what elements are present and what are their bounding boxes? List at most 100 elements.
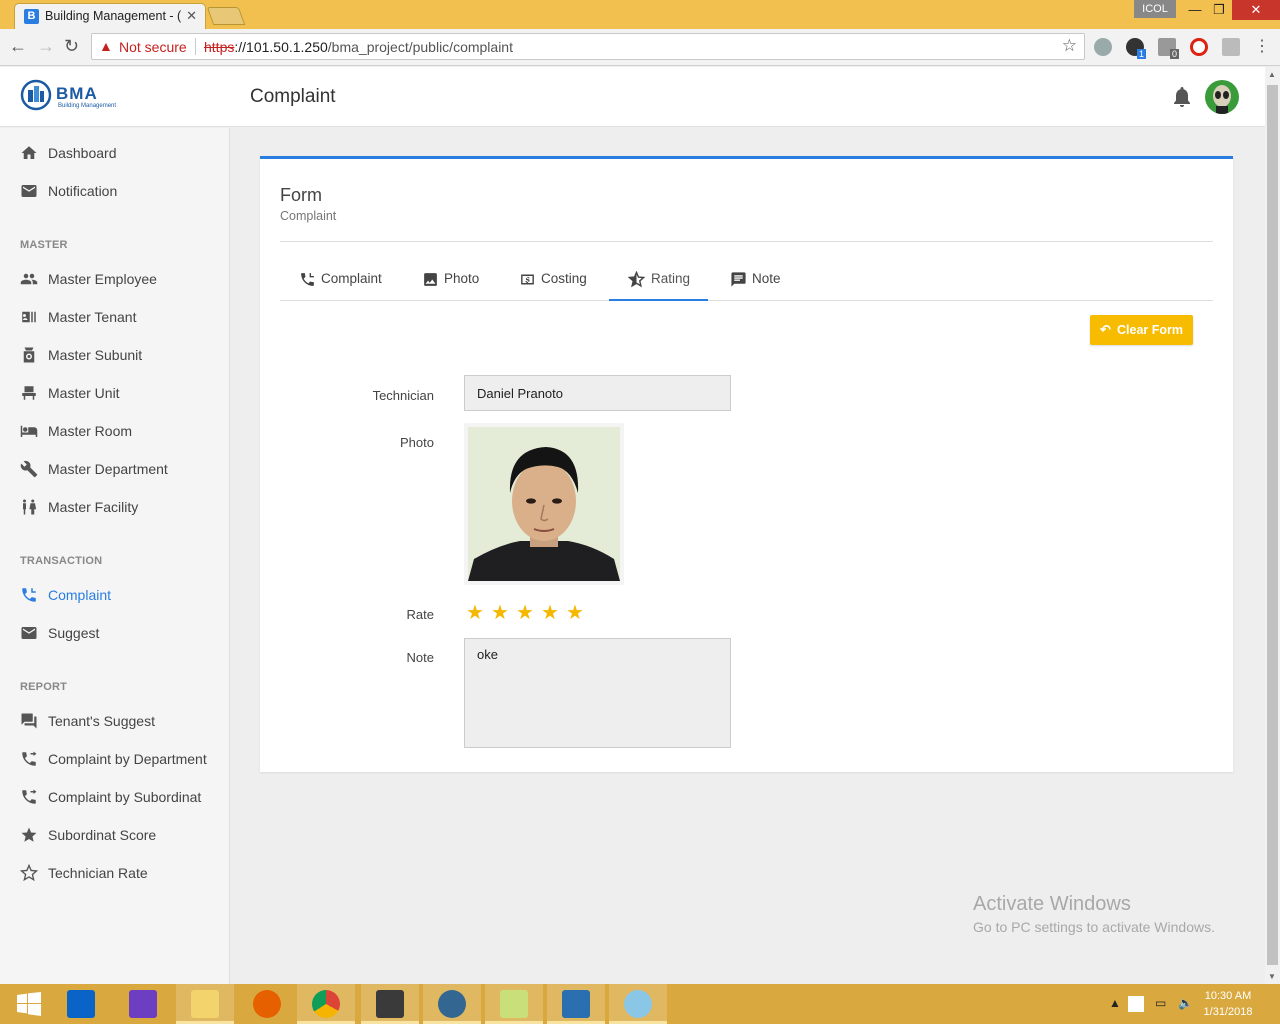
sidebar-item-label: Complaint by Department [48, 751, 207, 767]
taskbar-sticky-notes[interactable] [485, 984, 543, 1024]
folder-icon [191, 990, 219, 1018]
sidebar-item-label: Complaint by Subordinat [48, 789, 202, 805]
sidebar-item-label: Master Department [48, 461, 168, 477]
outlook-icon [67, 990, 95, 1018]
logo[interactable]: BMA Building Management [20, 79, 125, 113]
url-text[interactable]: https://101.50.1.250/bma_project/public/… [204, 39, 513, 55]
sidebar-item-subordinat-score[interactable]: Subordinat Score [0, 816, 229, 854]
note-field[interactable]: oke [464, 638, 731, 748]
phone-forward-icon [22, 789, 37, 804]
activation-watermark-text: Go to PC settings to activate Windows. [973, 919, 1215, 935]
favicon-icon: B [24, 9, 39, 24]
divider [195, 38, 196, 55]
browser-tab[interactable]: B Building Management - ( ✕ [14, 3, 206, 29]
maximize-icon[interactable]: ❐ [1206, 0, 1232, 20]
taskbar-file-explorer[interactable] [176, 984, 234, 1024]
close-window-icon[interactable]: ✕ [1232, 0, 1280, 20]
tray-app-icon[interactable] [1128, 996, 1144, 1012]
taskbar-firefox[interactable] [238, 984, 296, 1024]
reload-icon[interactable]: ↻ [64, 36, 79, 57]
forward-icon[interactable]: → [37, 36, 55, 57]
sidebar-item-label: Complaint [48, 587, 112, 603]
scroll-up-icon[interactable]: ▲ [1268, 70, 1276, 79]
new-tab-button[interactable] [206, 7, 246, 25]
back-icon[interactable]: ← [9, 36, 27, 57]
page-scrollbar[interactable]: ▲ ▼ [1265, 67, 1280, 984]
rating-star-icon[interactable]: ★ [566, 600, 584, 625]
sidebar-item-master-tenant[interactable]: Master Tenant [0, 298, 229, 336]
sidebar-item-label: Dashboard [48, 145, 117, 161]
technician-photo[interactable] [464, 423, 624, 585]
sidebar-item-master-unit[interactable]: Master Unit [0, 374, 229, 412]
sidebar-item-complaint-by-department[interactable]: Complaint by Department [0, 740, 229, 778]
tray-expand-icon[interactable]: ▲ [1109, 996, 1121, 1010]
sidebar-item-notification[interactable]: Notification [0, 172, 229, 210]
scrollbar-thumb[interactable] [1267, 85, 1278, 965]
start-button[interactable] [0, 984, 58, 1024]
rating-star-icon[interactable]: ★ [491, 600, 509, 625]
bed-icon [20, 425, 38, 437]
phone-forward-icon [22, 751, 37, 766]
volume-icon[interactable]: 🔈 [1178, 996, 1193, 1010]
opera-icon[interactable] [1190, 38, 1208, 56]
people-icon [20, 273, 38, 285]
chrome-icon [312, 990, 340, 1018]
tab-label: Costing [541, 271, 587, 286]
tab-label: Note [752, 271, 781, 286]
sidebar-item-label: Suggest [48, 625, 100, 641]
url-host: ://101.50.1.250 [234, 39, 328, 55]
clock-time: 10:30 AM [1204, 990, 1252, 1002]
sidebar-item-suggest[interactable]: Suggest [0, 614, 229, 652]
pdf-icon[interactable] [1222, 38, 1240, 56]
dl-icon [562, 990, 590, 1018]
network-icon[interactable]: ▭ [1155, 996, 1166, 1010]
rating-star-icon[interactable]: ★ [541, 600, 559, 625]
taskbar-sublime[interactable] [361, 984, 419, 1024]
tab-photo[interactable]: Photo [422, 259, 486, 301]
sidebar-item-technician-rate[interactable]: Technician Rate [0, 854, 229, 892]
taskbar-dl-app[interactable] [547, 984, 605, 1024]
taskbar-visual-studio[interactable] [114, 984, 172, 1024]
sidebar-item-complaint-by-subordinat[interactable]: Complaint by Subordinat [0, 778, 229, 816]
tab-rating[interactable]: Rating [609, 259, 708, 301]
address-bar[interactable]: ▲ Not secure https://101.50.1.250/bma_pr… [91, 33, 1085, 60]
card-subtitle: Complaint [280, 209, 337, 223]
taskbar-chrome[interactable] [297, 984, 355, 1024]
sidebar-item-dashboard[interactable]: Dashboard [0, 134, 229, 172]
bookmark-star-icon[interactable]: ☆ [1062, 36, 1077, 56]
profile-badge[interactable]: ICOL [1134, 0, 1176, 18]
sidebar-item-master-employee[interactable]: Master Employee [0, 260, 229, 298]
rating-star-icon[interactable]: ★ [466, 600, 484, 625]
sidebar-item-master-subunit[interactable]: Master Subunit [0, 336, 229, 374]
clear-form-button[interactable]: ↶ Clear Form [1090, 315, 1193, 345]
sidebar-item-master-facility[interactable]: Master Facility [0, 488, 229, 526]
close-tab-icon[interactable]: ✕ [186, 8, 197, 24]
scroll-down-icon[interactable]: ▼ [1268, 972, 1276, 981]
section-heading-transaction: TRANSACTION [20, 555, 103, 567]
menu-icon[interactable]: ⋮ [1254, 36, 1270, 56]
sidebar-item-label: Notification [48, 183, 118, 199]
taskbar-outlook[interactable] [52, 984, 110, 1024]
chair-icon [22, 386, 36, 400]
tab-label: Complaint [321, 271, 382, 286]
tab-costing[interactable]: Costing [519, 259, 593, 301]
sidebar-item-tenants-suggest[interactable]: Tenant's Suggest [0, 702, 229, 740]
bell-icon[interactable] [1172, 86, 1192, 108]
taskbar: ▲ ▭ 🔈 10:30 AM 1/31/2018 [0, 984, 1280, 1024]
tab-note[interactable]: Note [730, 259, 786, 301]
sidebar-item-master-room[interactable]: Master Room [0, 412, 229, 450]
security-label[interactable]: Not secure [119, 39, 187, 55]
taskbar-paint[interactable] [609, 984, 667, 1024]
url-path: /bma_project/public/complaint [327, 39, 513, 55]
taskbar-clock[interactable]: 10:30 AM 1/31/2018 [1198, 988, 1258, 1020]
rating-star-icon[interactable]: ★ [516, 600, 534, 625]
sidebar-item-complaint[interactable]: Complaint [0, 576, 229, 614]
technician-field[interactable]: Daniel Pranoto [464, 375, 731, 411]
tab-complaint[interactable]: Complaint [299, 259, 389, 301]
sidebar-item-master-department[interactable]: Master Department [0, 450, 229, 488]
wrench-icon [20, 460, 38, 478]
taskbar-pgadmin[interactable] [423, 984, 481, 1024]
globe-extension-icon[interactable] [1094, 38, 1112, 56]
avatar[interactable] [1205, 80, 1239, 114]
phone-icon [22, 588, 36, 602]
